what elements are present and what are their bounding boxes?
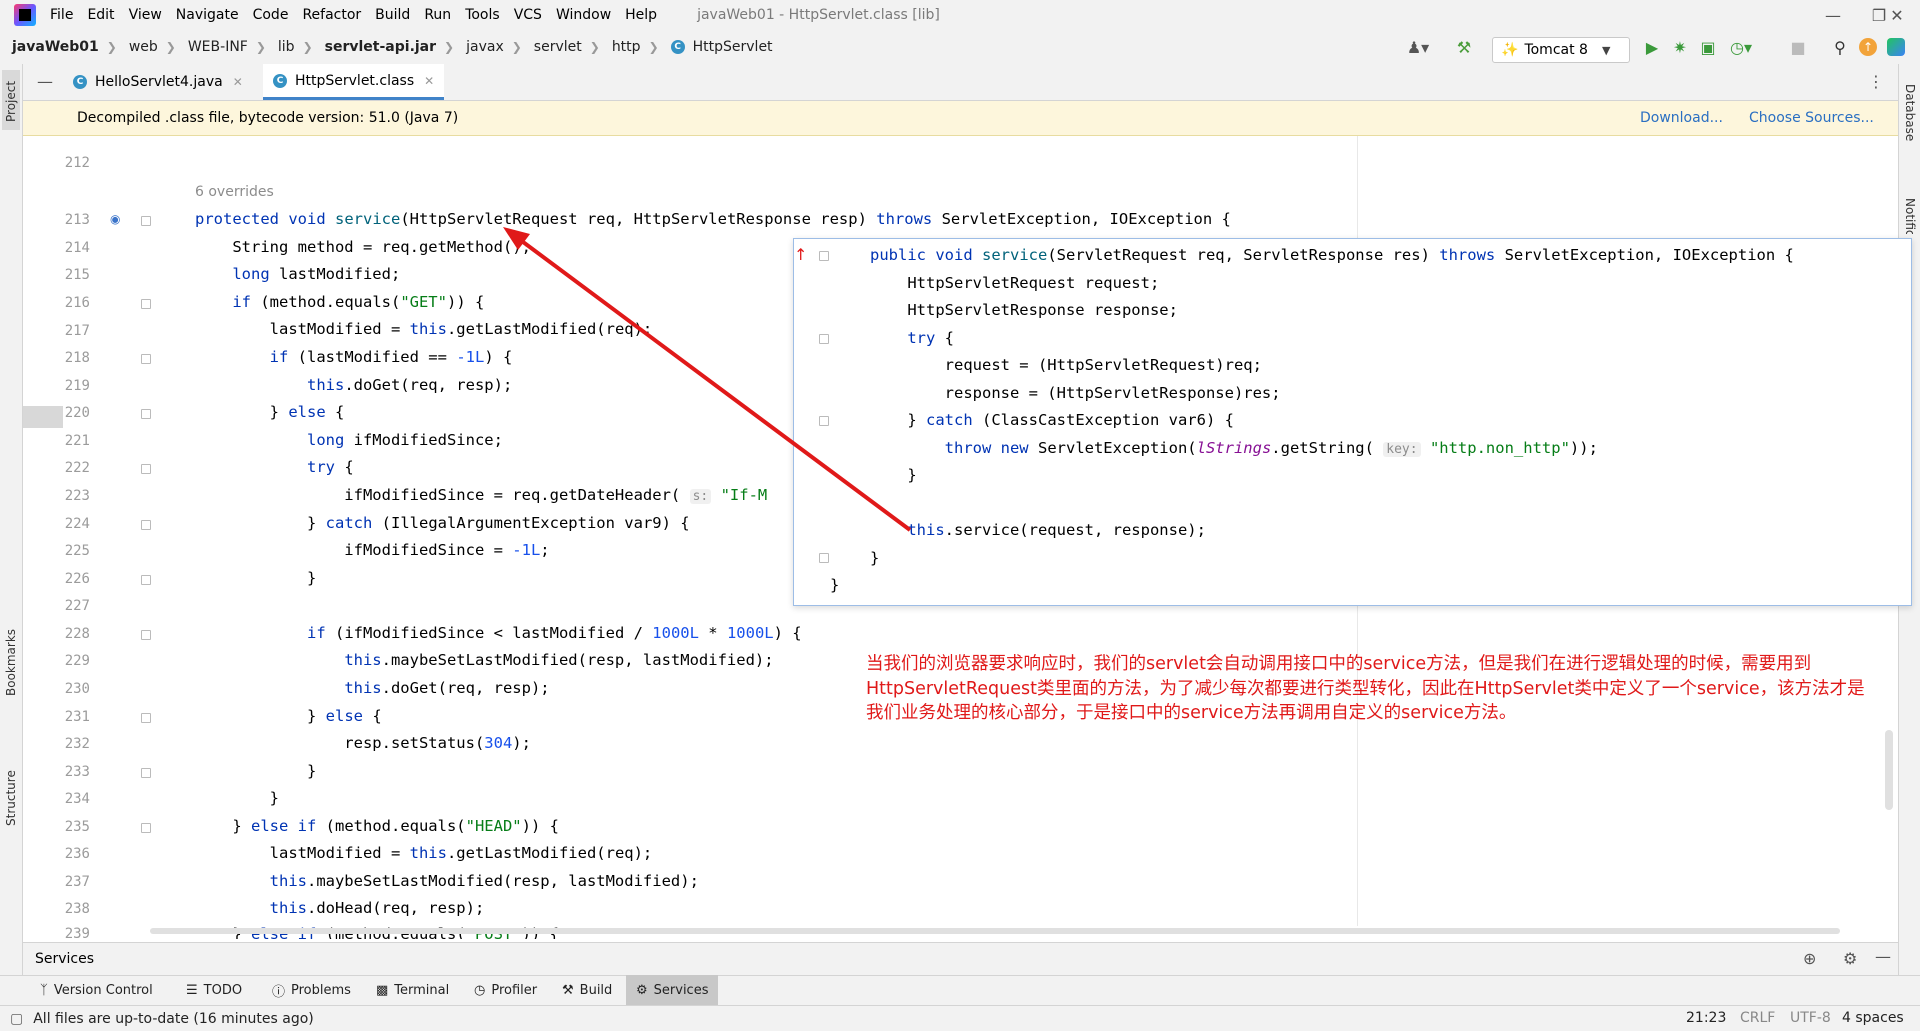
branch-icon: ᛉ <box>40 982 48 998</box>
services-title: Services <box>35 951 95 967</box>
services-icon: ⚙ <box>636 982 648 998</box>
file-encoding[interactable]: UTF-8 <box>1790 1010 1831 1026</box>
profiler-icon: ◷ <box>474 982 486 998</box>
status-message[interactable]: All files are up-to-date (16 minutes ago… <box>33 1011 314 1027</box>
tool-label: Version Control <box>53 982 153 998</box>
tool-label: Build <box>579 982 613 998</box>
list-icon: ☰ <box>186 982 198 998</box>
status-bar: ▢ All files are up-to-date (16 minutes a… <box>0 1005 1920 1031</box>
tool-label: Problems <box>291 982 351 998</box>
services-panel-header: Services ⊕ ⚙ — <box>23 942 1898 975</box>
tool-label: Services <box>653 982 709 998</box>
hammer-icon: ⚒ <box>562 982 574 998</box>
problems-icon: ⓘ <box>272 984 286 1000</box>
hide-panel-icon[interactable]: — <box>1875 947 1891 966</box>
tool-todo[interactable]: ☰ TODO <box>186 975 242 1005</box>
tool-label: Profiler <box>491 982 538 998</box>
line-separator[interactable]: CRLF <box>1740 1010 1775 1026</box>
status-square-icon[interactable]: ▢ <box>10 1011 23 1027</box>
tool-label: TODO <box>203 982 243 998</box>
tool-problems[interactable]: ⓘ Problems <box>272 975 351 1005</box>
indent-setting[interactable]: 4 spaces <box>1842 1010 1904 1026</box>
annotation-arrow <box>503 227 912 532</box>
globe-icon[interactable]: ⊕ <box>1803 949 1816 968</box>
vertical-scrollbar[interactable] <box>1885 730 1893 810</box>
horizontal-scrollbar[interactable] <box>150 928 1840 934</box>
gear-icon[interactable]: ⚙ <box>1843 949 1857 968</box>
annotation-text: 当我们的浏览器要求响应时，我们的servlet会自动调用接口中的service方… <box>866 654 1865 723</box>
tool-profiler[interactable]: ◷ Profiler <box>474 975 537 1005</box>
tool-version-control[interactable]: ᛉ Version Control <box>40 975 153 1005</box>
cursor-position[interactable]: 21:23 <box>1686 1010 1726 1026</box>
tool-build[interactable]: ⚒ Build <box>562 975 612 1005</box>
terminal-icon: ▩ <box>376 982 389 998</box>
tool-services[interactable]: ⚙ Services <box>626 975 719 1005</box>
tool-label: Terminal <box>394 982 450 998</box>
tool-terminal[interactable]: ▩ Terminal <box>376 975 449 1005</box>
